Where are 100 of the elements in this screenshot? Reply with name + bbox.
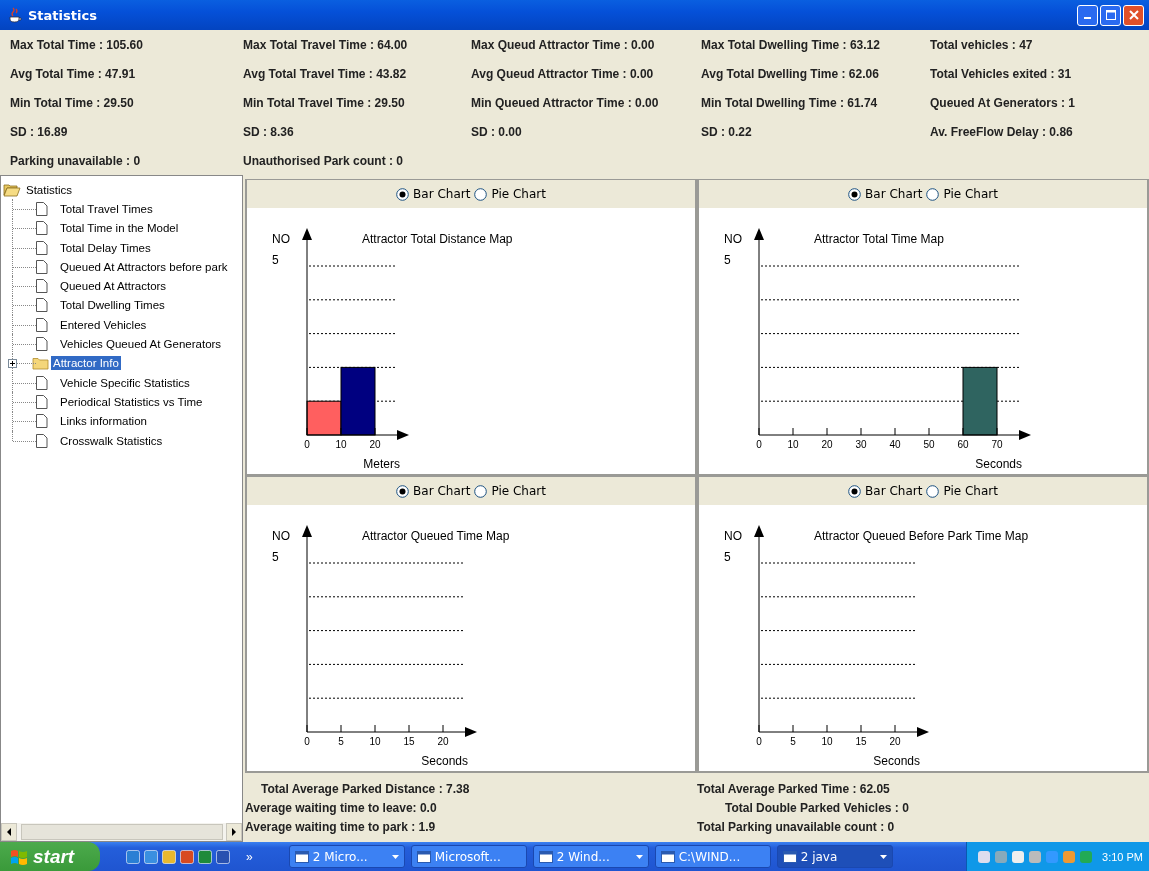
tick-label: 0: [756, 736, 762, 747]
radio-button[interactable]: Bar Chart: [848, 187, 923, 201]
close-button[interactable]: [1123, 4, 1144, 26]
chart-title: Attractor Total Time Map: [814, 232, 944, 246]
window-icon: [538, 850, 553, 863]
summary-text: Average waiting time to leave: 0.0: [245, 800, 438, 815]
tray-icon[interactable]: [1028, 849, 1043, 864]
radio-button[interactable]: Bar Chart: [848, 484, 923, 498]
summary-text: Total Average Parked Time : 62.05: [697, 781, 891, 796]
taskbar-button[interactable]: Microsoft...: [410, 845, 527, 868]
axis-label: NO: [272, 232, 290, 246]
document-icon: [36, 317, 48, 332]
axis-label: NO: [272, 529, 290, 543]
tree-item[interactable]: Total Delay Times: [58, 240, 153, 255]
statistic-text: Total Vehicles exited : 31: [930, 66, 1073, 81]
tick-label: 30: [855, 439, 867, 450]
minimize-button[interactable]: [1077, 4, 1098, 26]
taskbar-button[interactable]: 2 java: [776, 845, 893, 868]
app-icon[interactable]: [144, 849, 158, 864]
chart-title: Attractor Queued Time Map: [362, 529, 510, 543]
tick-label: 70: [991, 439, 1003, 450]
folder-icon: [32, 356, 49, 370]
summary-text: Total Double Parked Vehicles : 0: [724, 800, 910, 815]
taskbar-button[interactable]: C:\WIND...: [654, 845, 771, 868]
document-icon: [36, 433, 48, 448]
maximize-button[interactable]: [1100, 4, 1121, 26]
tick-label: 60: [957, 439, 969, 450]
tree-item[interactable]: Crosswalk Statistics: [58, 433, 165, 448]
minimize-icon: [1084, 17, 1091, 19]
axis-label: NO: [724, 232, 742, 246]
app-icon[interactable]: [216, 849, 230, 864]
tree-item[interactable]: Total Dwelling Times: [58, 298, 167, 313]
horizontal-scrollbar[interactable]: [1, 823, 242, 841]
statistic-text: SD : 8.36: [243, 124, 295, 139]
app-icon[interactable]: [126, 849, 140, 864]
tray-icon[interactable]: [977, 849, 992, 864]
expand-icon[interactable]: [8, 358, 17, 368]
summary-text: Average waiting time to park : 1.9: [245, 819, 437, 834]
statistic-text: Total vehicles : 47: [930, 37, 1034, 52]
tick-label: 40: [889, 439, 901, 450]
overflow-button[interactable]: »: [246, 849, 253, 864]
tick-label: 5: [272, 253, 279, 267]
statistic-text: Queued At Generators : 1: [930, 95, 1076, 110]
statistic-text: SD : 16.89: [10, 124, 69, 139]
right-arrow-icon: [231, 828, 237, 836]
statistic-text: Min Total Travel Time : 29.50: [243, 95, 406, 110]
tick-label: 5: [724, 550, 731, 564]
radio-button[interactable]: Pie Chart: [926, 484, 998, 498]
axis-label: Seconds: [421, 754, 468, 768]
radio-button[interactable]: Bar Chart: [396, 187, 471, 201]
tick-label: 20: [889, 736, 901, 747]
tick-label: 15: [855, 736, 867, 747]
app-icon[interactable]: [162, 849, 176, 864]
statistic-text: Min Total Dwelling Time : 61.74: [701, 95, 879, 110]
tick-label: 5: [338, 736, 344, 747]
statistic-text: Unauthorised Park count : 0: [243, 153, 405, 168]
document-icon: [36, 337, 48, 351]
app-icon[interactable]: [198, 849, 212, 864]
radio-button[interactable]: Pie Chart: [926, 187, 998, 201]
document-icon: [36, 394, 48, 409]
tree-item[interactable]: Queued At Attractors before park: [58, 259, 230, 274]
chart-title: Attractor Queued Before Park Time Map: [814, 529, 1029, 543]
window-icon: [782, 850, 797, 863]
tick-label: 5: [272, 550, 279, 564]
tick-label: 10: [787, 439, 799, 450]
tray-icon[interactable]: [1011, 849, 1026, 864]
statistic-text: Avg Total Dwelling Time : 62.06: [701, 66, 880, 81]
tick-label: 50: [923, 439, 935, 450]
radio-button[interactable]: Pie Chart: [474, 187, 546, 201]
clock: 3:10 PM: [1102, 850, 1143, 863]
tree-item[interactable]: Vehicle Specific Statistics: [58, 375, 192, 390]
tree-item[interactable]: Vehicles Queued At Generators: [58, 337, 224, 351]
axis-label: Meters: [363, 457, 400, 471]
statistic-text: Min Total Time : 29.50: [10, 95, 135, 110]
document-icon: [36, 414, 48, 429]
windows-logo-icon: [10, 848, 28, 865]
radio-button[interactable]: Bar Chart: [396, 484, 471, 498]
statistic-text: Avg Total Time : 47.91: [10, 66, 137, 81]
tick-label: 0: [304, 439, 310, 450]
app-icon[interactable]: [180, 849, 194, 864]
tree-item[interactable]: Links information: [58, 414, 149, 429]
tree-item[interactable]: Total Time in the Model: [58, 221, 181, 236]
coffee-cup-icon: [8, 7, 22, 23]
statistic-text: Max Queud Attractor Time : 0.00: [471, 37, 656, 52]
tree-item[interactable]: Entered Vehicles: [58, 317, 149, 332]
tick-label: 10: [821, 736, 833, 747]
tree-item[interactable]: Periodical Statistics vs Time: [58, 394, 205, 409]
taskbar-button[interactable]: 2 Micro...: [288, 845, 405, 868]
axis-label: Seconds: [975, 457, 1022, 471]
left-arrow-icon: [6, 828, 12, 836]
radio-button[interactable]: Pie Chart: [474, 484, 546, 498]
maximize-icon: [1105, 10, 1116, 20]
tree-item[interactable]: Attractor Info: [51, 356, 121, 371]
tree-item[interactable]: Total Travel Times: [58, 201, 155, 216]
tree-item[interactable]: Queued At Attractors: [58, 279, 169, 294]
statistic-text: SD : 0.00: [471, 124, 523, 139]
taskbar-button[interactable]: 2 Wind...: [532, 845, 649, 868]
tree-item[interactable]: Statistics: [24, 182, 74, 197]
tick-label: 10: [335, 439, 347, 450]
window-title: Statistics: [28, 7, 97, 23]
